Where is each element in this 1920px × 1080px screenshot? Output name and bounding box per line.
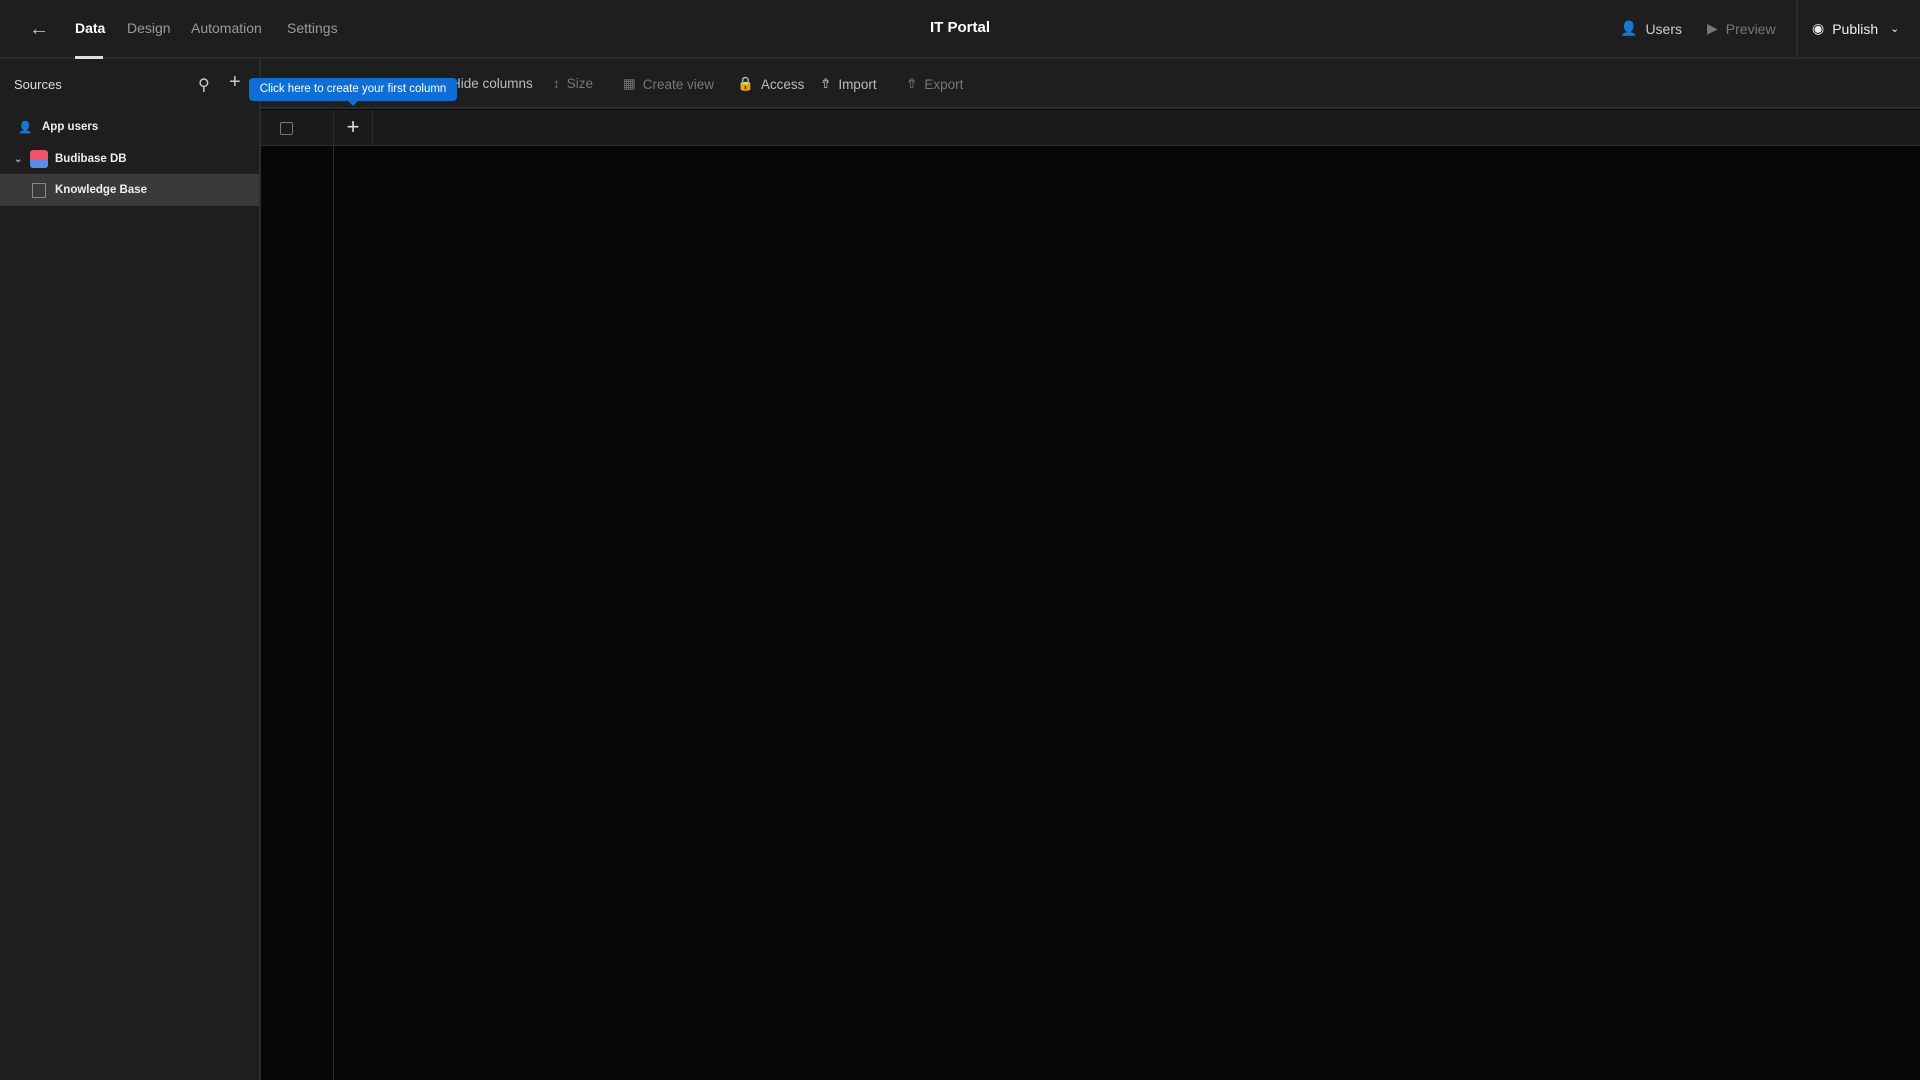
users-label: Users: [1645, 20, 1682, 37]
hide-columns-label: Hide columns: [451, 76, 533, 91]
select-all-checkbox[interactable]: [280, 122, 293, 135]
publish-label: Publish: [1832, 20, 1879, 37]
divider: [1796, 0, 1798, 59]
table-icon: [32, 182, 46, 198]
user-icon: 👤: [1620, 20, 1638, 36]
sidebar-item-knowledge-base[interactable]: Knowledge Base: [0, 174, 259, 206]
users-button[interactable]: 👤 Users: [1620, 20, 1682, 37]
import-icon: ⇮: [820, 76, 832, 91]
preview-button[interactable]: ▶ Preview: [1707, 20, 1776, 37]
create-view-label: Create view: [642, 76, 715, 92]
top-bar: ← Data Design Automation Settings IT Por…: [0, 0, 1920, 59]
access-button[interactable]: 🔒 Access: [737, 76, 804, 92]
sidebar-item-label: Budibase DB: [55, 153, 127, 165]
import-button[interactable]: ⇮ Import: [820, 76, 877, 92]
budibase-logo-icon: [30, 150, 48, 168]
globe-off-icon: ◉: [1812, 20, 1825, 36]
sources-title: Sources: [14, 77, 62, 92]
add-source-icon[interactable]: +: [229, 71, 241, 94]
chevron-down-icon[interactable]: ⌄: [14, 154, 30, 165]
hide-columns-button[interactable]: Hide columns: [451, 76, 533, 91]
add-column-button[interactable]: +: [334, 110, 373, 146]
resize-icon: ↕: [553, 76, 560, 91]
size-button[interactable]: ↕ Size: [553, 76, 593, 91]
search-icon[interactable]: ⚲: [198, 75, 210, 95]
publish-button[interactable]: ◉ Publish ⌄: [1812, 20, 1899, 37]
view-icon: ▦: [623, 76, 636, 91]
import-label: Import: [838, 76, 877, 92]
grid-header: [261, 110, 1920, 146]
lock-icon: 🔒: [737, 76, 754, 91]
access-label: Access: [760, 76, 805, 92]
toolbar: Hide columns ↕ Size ▦ Create view 🔒 Access …: [261, 59, 1920, 109]
chevron-down-icon[interactable]: ⌄: [1890, 22, 1899, 35]
sidebar: Sources ⚲ + 👤 App users ⌄ Budibase DB Kno…: [0, 59, 261, 1080]
sidebar-item-budibase-db[interactable]: ⌄ Budibase DB: [0, 143, 259, 175]
user-icon: 👤: [18, 122, 33, 134]
play-icon: ▶: [1707, 20, 1718, 36]
preview-label: Preview: [1725, 20, 1776, 37]
sidebar-item-label: Knowledge Base: [55, 184, 148, 196]
export-button[interactable]: ⇮ Export: [906, 76, 963, 92]
tooltip: Click here to create your first column: [249, 78, 457, 106]
export-label: Export: [924, 76, 964, 92]
column-divider: [333, 110, 334, 1080]
export-icon: ⇮: [906, 76, 918, 91]
size-label: Size: [566, 76, 594, 91]
sidebar-item-label: App users: [42, 121, 99, 133]
sidebar-item-app-users[interactable]: 👤 App users: [0, 111, 259, 143]
create-view-button[interactable]: ▦ Create view: [623, 76, 714, 92]
